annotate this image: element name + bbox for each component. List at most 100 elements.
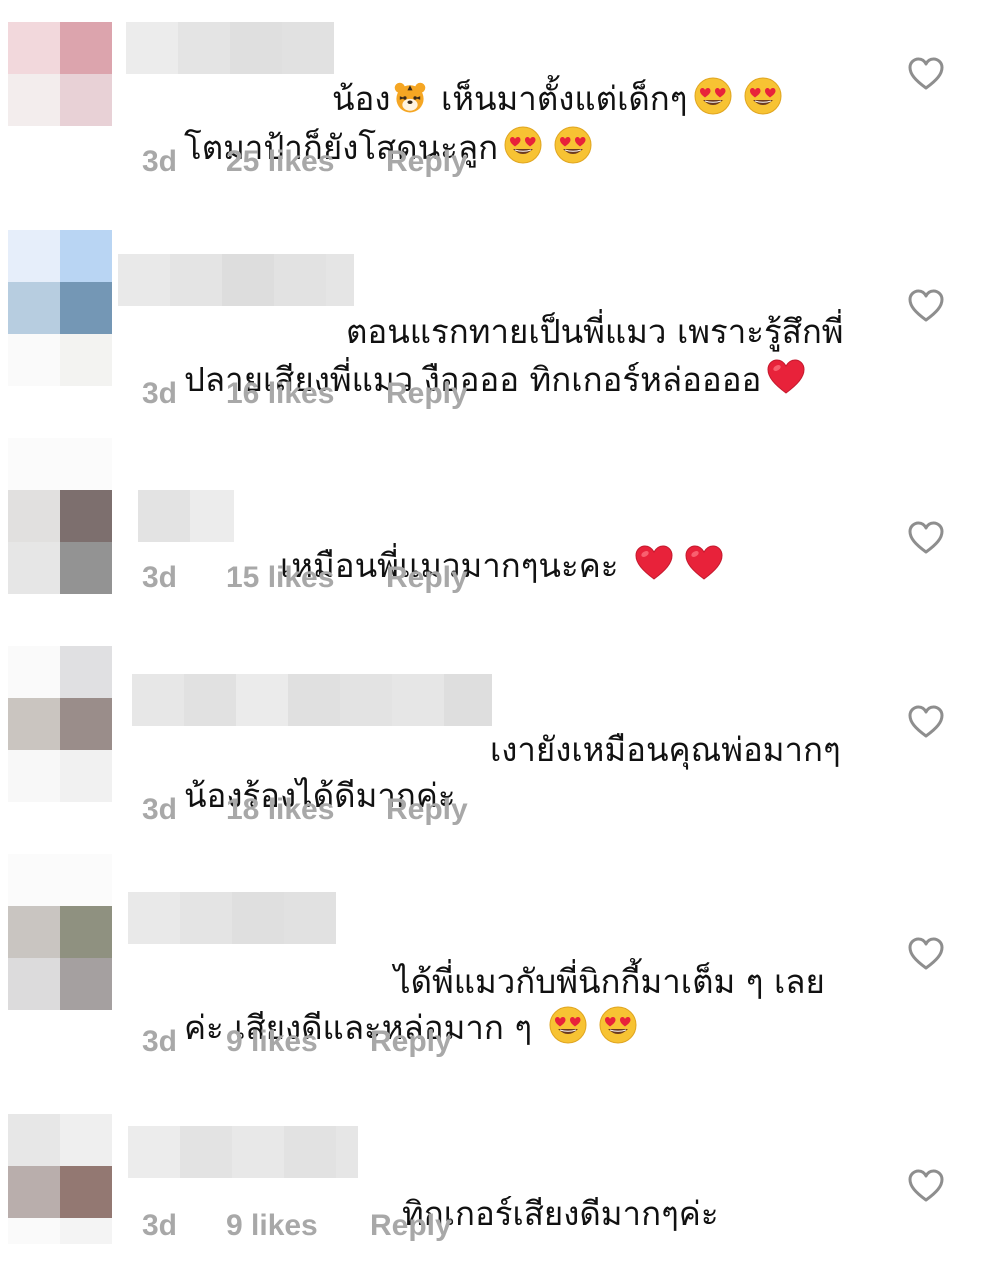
avatar-pixel [60,22,112,74]
avatar-pixel [8,74,60,126]
comment-time: 3d [142,1209,178,1242]
red-heart-emoji-icon [634,543,674,583]
comment-meta: 3d 9 likes Reply [142,1022,452,1062]
heart-outline-icon [906,934,946,974]
redaction-block [284,892,336,944]
redaction-block [184,674,236,726]
heart-outline-icon [906,702,946,742]
avatar-pixel [8,438,60,490]
avatar[interactable] [8,22,112,126]
reply-button[interactable]: Reply [370,1209,452,1243]
comment-time: 3d [142,377,178,410]
heart-outline-icon [906,1166,946,1206]
avatar-pixel [8,1218,60,1244]
username-redacted[interactable] [128,1126,358,1178]
avatar-pixel [60,906,112,958]
like-button[interactable] [906,286,946,326]
red-heart-emoji-icon [766,357,806,397]
avatar-pixel [60,646,112,698]
avatar[interactable] [8,230,112,386]
comment-time: 3d [142,145,178,178]
reply-button[interactable]: Reply [386,561,468,595]
comment-meta: 3d 18 likes Reply [142,790,468,830]
avatar-pixel [60,74,112,126]
comment-likes[interactable]: 9 likes [226,1025,370,1059]
like-button[interactable] [906,54,946,94]
avatar[interactable] [8,854,112,1010]
reply-button[interactable]: Reply [386,793,468,827]
avatar-pixel [8,906,60,958]
heart-outline-icon [906,518,946,558]
avatar-pixel [60,438,112,490]
redaction-block [170,254,222,306]
username-redacted[interactable] [128,892,336,944]
redaction-block [180,892,232,944]
avatar-pixel [8,1166,60,1218]
username-redacted[interactable] [132,674,492,726]
redaction-block [138,490,190,542]
avatar[interactable] [8,438,112,594]
avatar-pixel [60,542,112,594]
avatar-pixel [8,282,60,334]
heart-outline-icon [906,286,946,326]
redaction-block [128,1126,180,1178]
avatar-pixel [60,230,112,282]
avatar-pixel [8,854,60,906]
comment-time: 3d [142,561,178,594]
reply-button[interactable]: Reply [386,145,468,179]
avatar-pixel [60,1166,112,1218]
avatar-pixel [60,490,112,542]
avatar-pixel [8,1114,60,1166]
avatar[interactable] [8,1114,112,1244]
comment-likes[interactable]: 16 likes [226,377,386,411]
comment-likes[interactable]: 18 likes [226,793,386,827]
redaction-block [236,674,288,726]
comment-time: 3d [142,1025,178,1058]
redaction-block [288,674,340,726]
redaction-block [118,254,170,306]
redaction-block [180,1126,232,1178]
redaction-block [128,892,180,944]
avatar-pixel [60,750,112,802]
redaction-block [190,490,234,542]
like-button[interactable] [906,702,946,742]
comment-likes[interactable]: 25 likes [226,145,386,179]
username-redacted[interactable] [138,490,234,542]
heart-outline-icon [906,54,946,94]
like-button[interactable] [906,934,946,974]
redaction-block [336,1126,358,1178]
avatar-pixel [8,334,60,386]
avatar-pixel [60,698,112,750]
heart-eyes-emoji-icon [548,1005,588,1045]
comment-meta: 3d 15 likes Reply [142,558,468,598]
avatar-pixel [8,958,60,1010]
avatar-pixel [8,542,60,594]
redaction-block [232,1126,284,1178]
avatar-pixel [8,230,60,282]
comment-likes[interactable]: 9 likes [226,1209,370,1243]
redaction-block [178,22,230,74]
redaction-block [222,254,274,306]
redaction-block [126,22,178,74]
reply-button[interactable]: Reply [370,1025,452,1059]
avatar-pixel [60,334,112,386]
heart-eyes-emoji-icon [598,1005,638,1045]
redaction-block [132,674,184,726]
avatar-pixel [8,750,60,802]
avatar-pixel [60,854,112,906]
like-button[interactable] [906,518,946,558]
heart-eyes-emoji-icon [553,125,593,165]
avatar[interactable] [8,646,112,802]
reply-button[interactable]: Reply [386,377,468,411]
avatar-pixel [60,958,112,1010]
avatar-pixel [60,282,112,334]
comment-meta: 3d 9 likes Reply [142,1206,452,1246]
like-button[interactable] [906,1166,946,1206]
redaction-block [340,674,392,726]
redaction-block [230,22,282,74]
comment-likes[interactable]: 15 likes [226,561,386,595]
avatar-pixel [60,1218,112,1244]
avatar-pixel [8,698,60,750]
comment-meta: 3d 25 likes Reply [142,142,468,182]
redaction-block [284,1126,336,1178]
